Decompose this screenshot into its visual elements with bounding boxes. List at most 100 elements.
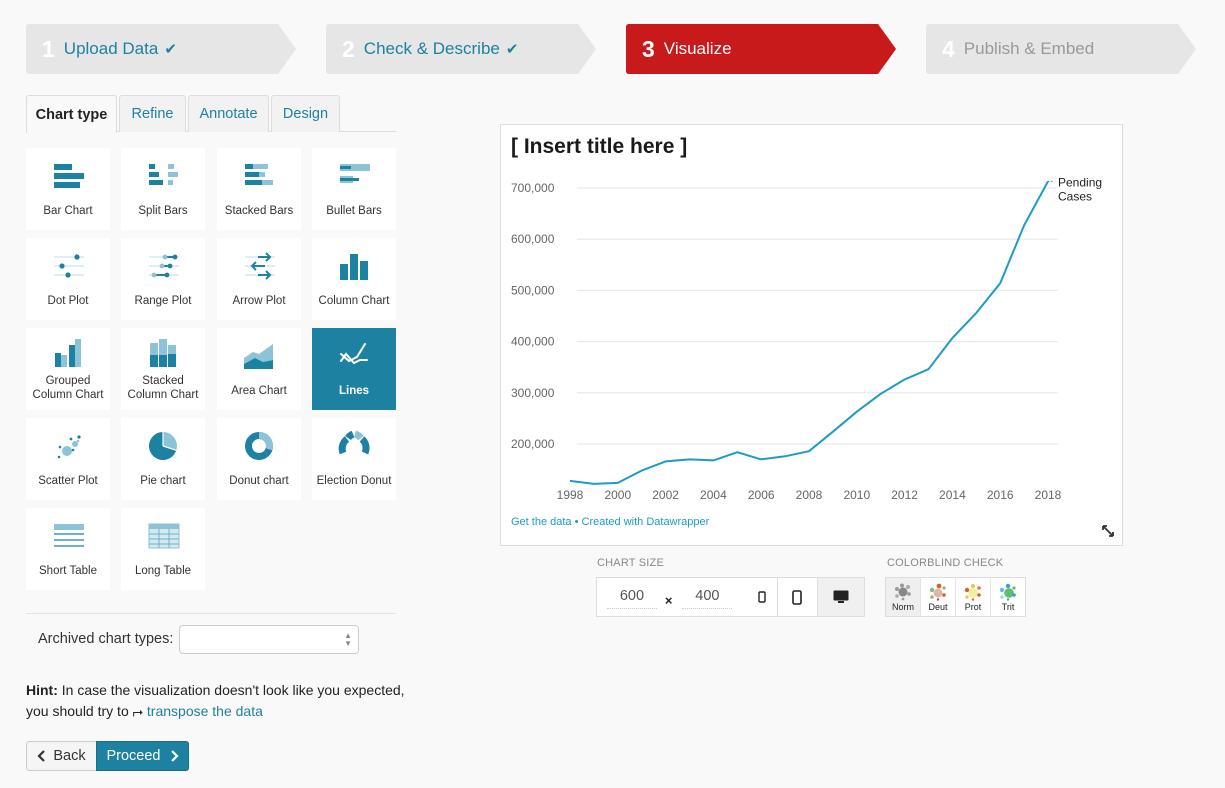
chart-type-bullet-bars[interactable]: Bullet Bars bbox=[312, 148, 396, 230]
x-tick-label: 2004 bbox=[700, 488, 727, 502]
chart-height-input[interactable]: 400 bbox=[682, 585, 733, 609]
dot-plot-icon bbox=[54, 254, 84, 278]
colorblind-mode-label: Trit bbox=[1001, 601, 1015, 612]
tab-chart-type[interactable]: Chart type bbox=[26, 95, 117, 133]
transpose-data-link[interactable]: transpose the data bbox=[147, 703, 263, 719]
range-plot-icon bbox=[149, 254, 179, 278]
mobile-small-size-button[interactable] bbox=[746, 578, 777, 616]
mobile-size-button[interactable] bbox=[778, 578, 818, 616]
y-tick-label: 200,000 bbox=[511, 437, 555, 451]
phone-small-icon bbox=[757, 591, 766, 603]
chart-size-label: CHART SIZE bbox=[597, 557, 664, 569]
grouped-column-chart-icon bbox=[55, 339, 81, 367]
tab-design[interactable]: Design bbox=[271, 95, 340, 132]
colorblind-norm-button[interactable]: Norm bbox=[886, 578, 921, 616]
chart-type-split-bars[interactable]: Split Bars bbox=[121, 148, 205, 230]
prot-dots-icon bbox=[964, 583, 981, 601]
chart-type-grouped-column-chart[interactable]: Grouped Column Chart bbox=[26, 328, 110, 410]
chart-type-dot-plot[interactable]: Dot Plot bbox=[26, 238, 110, 320]
y-tick-label: 600,000 bbox=[511, 232, 555, 246]
long-table-icon bbox=[148, 523, 180, 549]
step-label: Visualize bbox=[663, 39, 732, 58]
pie-chart-icon bbox=[148, 431, 177, 460]
chart-type-range-plot[interactable]: Range Plot bbox=[121, 238, 205, 320]
chart-type-arrow-plot[interactable]: Arrow Plot bbox=[217, 238, 301, 320]
chart-type-lines[interactable]: Lines bbox=[312, 328, 396, 410]
created-with-datawrapper-link[interactable]: Created with Datawrapper bbox=[582, 516, 710, 528]
archived-chart-types-select[interactable]: ▲ ▼ bbox=[179, 625, 359, 654]
x-tick-label: 2012 bbox=[891, 488, 918, 502]
step-check-describe[interactable]: 2 Check & Describe ✔ bbox=[326, 24, 596, 74]
chart-type-scatter-plot[interactable]: Scatter Plot bbox=[26, 418, 110, 500]
step-label: Upload Data bbox=[63, 39, 159, 58]
desktop-size-button[interactable] bbox=[817, 578, 864, 616]
chart-type-pie-chart[interactable]: Pie chart bbox=[121, 418, 205, 500]
chart-type-label: Bullet Bars bbox=[326, 205, 382, 217]
chart-type-label: Grouped Column Chart bbox=[33, 374, 104, 402]
step-number: 2 bbox=[342, 35, 355, 62]
chart-width-input[interactable]: 600 bbox=[607, 585, 657, 609]
step-visualize[interactable]: 3 Visualize bbox=[626, 24, 896, 74]
chart-type-label: Split Bars bbox=[138, 205, 188, 217]
chart-type-short-table[interactable]: Short Table bbox=[26, 508, 110, 590]
chart-type-long-table[interactable]: Long Table bbox=[121, 508, 205, 590]
chart-type-bar-chart[interactable]: Bar Chart bbox=[26, 148, 110, 230]
proceed-label: Proceed bbox=[106, 748, 161, 764]
series-label: Pending bbox=[1058, 175, 1102, 189]
series-line-pending-cases bbox=[569, 180, 1049, 485]
column-chart-icon bbox=[340, 254, 368, 280]
bullet-bars-icon bbox=[340, 164, 370, 183]
label-line: Column Chart bbox=[127, 389, 199, 401]
colorblind-deut-button[interactable]: Deut bbox=[921, 578, 956, 616]
step-number: 1 bbox=[42, 35, 55, 62]
tab-refine[interactable]: Refine bbox=[119, 95, 186, 132]
deut-dots-icon bbox=[929, 583, 946, 601]
chart-type-label: Range Plot bbox=[134, 295, 192, 307]
donut-chart-icon bbox=[245, 431, 273, 460]
stacked-column-chart-icon bbox=[150, 339, 176, 367]
chart-type-label: Lines bbox=[338, 385, 370, 397]
stacked-bars-icon bbox=[245, 164, 273, 185]
chart-type-label: Dot Plot bbox=[47, 295, 89, 307]
colorblind-mode-label: Prot bbox=[964, 601, 982, 612]
x-tick-label: 2002 bbox=[652, 488, 679, 502]
arrow-plot-icon bbox=[245, 252, 275, 280]
chart-type-label: Arrow Plot bbox=[232, 295, 286, 307]
chart-size-inputs: 600 × 400 bbox=[597, 578, 778, 616]
chart-type-election-donut[interactable]: Election Donut bbox=[312, 418, 396, 500]
divider bbox=[26, 613, 396, 614]
chart-type-stacked-column-chart[interactable]: Stacked Column Chart bbox=[121, 328, 205, 410]
series-label: Cases bbox=[1058, 189, 1092, 203]
colorblind-trit-button[interactable]: Trit bbox=[991, 578, 1025, 616]
step-publish-embed[interactable]: 4 Publish & Embed bbox=[926, 24, 1196, 74]
colorblind-prot-button[interactable]: Prot bbox=[956, 578, 991, 616]
chart-type-label: Stacked Bars bbox=[224, 205, 294, 217]
get-the-data-link[interactable]: Get the data bbox=[511, 516, 572, 528]
step-navigation: 1 Upload Data ✔ 2 Check & Describe ✔ 3 V… bbox=[26, 24, 1201, 74]
colorblind-mode-label: Norm bbox=[892, 601, 914, 612]
proceed-button[interactable]: Proceed bbox=[96, 741, 189, 771]
line-chart: 200,000 300,000 400,000 500,000 600,000 700,0… bbox=[511, 175, 1102, 502]
phone-icon bbox=[792, 589, 803, 605]
chart-size-controls: 600 × 400 bbox=[596, 577, 865, 617]
label-line: Grouped bbox=[45, 375, 91, 387]
x-tick-label: 2018 bbox=[1035, 488, 1062, 502]
chart-type-stacked-bars[interactable]: Stacked Bars bbox=[217, 148, 301, 230]
colorblind-check-controls: Norm Deut Prot Trit bbox=[885, 577, 1026, 617]
chart-type-column-chart[interactable]: Column Chart bbox=[312, 238, 396, 320]
step-upload-data[interactable]: 1 Upload Data ✔ bbox=[26, 24, 296, 74]
step-number: 4 bbox=[942, 35, 955, 62]
x-tick-label: 2010 bbox=[843, 488, 870, 502]
chart-type-label: Election Donut bbox=[316, 475, 392, 487]
tab-annotate[interactable]: Annotate bbox=[188, 95, 269, 132]
x-tick-label: 2008 bbox=[796, 488, 823, 502]
chart-type-label: Stacked Column Chart bbox=[128, 374, 199, 402]
chart-type-donut-chart[interactable]: Donut chart bbox=[217, 418, 301, 500]
chart-type-area-chart[interactable]: Area Chart bbox=[217, 328, 301, 410]
y-tick-label: 700,000 bbox=[511, 181, 555, 195]
y-tick-label: 400,000 bbox=[511, 335, 555, 349]
resize-handle-icon[interactable] bbox=[1102, 525, 1114, 537]
back-button[interactable]: Back bbox=[26, 741, 97, 771]
checkmark-icon: ✔ bbox=[505, 41, 519, 58]
chart-type-label: Bar Chart bbox=[43, 205, 93, 217]
